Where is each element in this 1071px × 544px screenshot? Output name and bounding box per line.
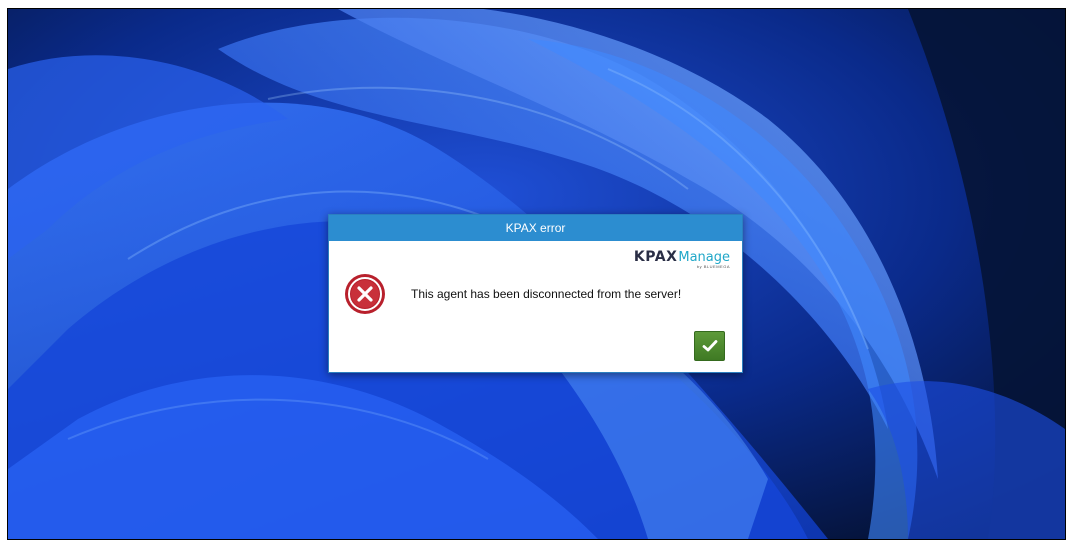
desktop-screen: KPAX error KPAXManage by BLUEMEGA This a… — [7, 8, 1066, 540]
dialog-title: KPAX error — [329, 215, 742, 241]
kpax-manage-logo: KPAXManage by BLUEMEGA — [600, 248, 730, 274]
ok-button[interactable] — [694, 331, 725, 361]
error-message: This agent has been disconnected from th… — [411, 287, 682, 301]
logo-kpax-text: KPAX — [633, 249, 678, 265]
kpax-error-dialog: KPAX error KPAXManage by BLUEMEGA This a… — [328, 214, 743, 373]
logo-manage-text: Manage — [678, 250, 730, 265]
error-icon — [345, 274, 385, 314]
checkmark-icon — [702, 340, 717, 352]
